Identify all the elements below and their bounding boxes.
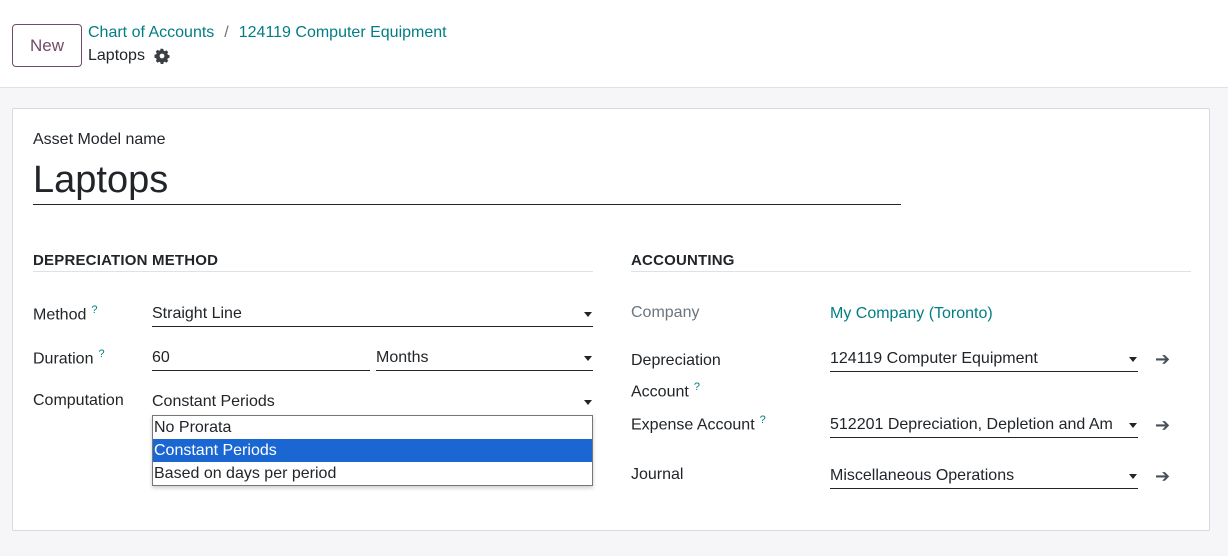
method-label: Method? [33,304,98,324]
method-help-tooltip[interactable]: ? [91,304,97,316]
computation-option-no-prorata[interactable]: No Prorata [153,416,592,439]
journal-label: Journal [631,466,684,483]
depreciation-account-select[interactable]: 124119 Computer Equipment [830,346,1138,372]
depreciation-account-label-line1: Depreciation [631,352,721,369]
breadcrumb-chart-of-accounts[interactable]: Chart of Accounts [88,24,214,42]
depreciation-account-open-arrow-icon[interactable]: ➔ [1155,349,1170,370]
computation-select[interactable]: Constant Periods [152,389,593,415]
page-title: Laptops [88,47,145,64]
computation-label: Computation [33,392,124,409]
new-button[interactable]: New [12,24,82,67]
breadcrumb-computer-equipment[interactable]: 124119 Computer Equipment [239,24,447,42]
chevron-down-icon [1129,474,1137,479]
gear-icon[interactable] [154,48,170,64]
journal-open-arrow-icon[interactable]: ➔ [1155,466,1170,487]
chevron-down-icon [584,312,592,317]
expense-account-label: Expense Account? [631,414,766,434]
depreciation-section-divider [33,271,593,272]
expense-account-help-tooltip[interactable]: ? [760,414,766,426]
duration-unit-select[interactable]: Months [376,345,593,371]
chevron-down-icon [1129,423,1137,428]
depreciation-account-value: 124119 Computer Equipment [830,350,1038,367]
chevron-down-icon [1129,357,1137,362]
duration-label-text: Duration [33,350,94,368]
form-sheet: Asset Model name Laptops DEPRECIATION ME… [12,108,1210,531]
computation-dropdown-list: No Prorata Constant Periods Based on day… [152,415,593,486]
chevron-down-icon [584,356,592,361]
company-link[interactable]: My Company (Toronto) [830,305,993,323]
expense-account-open-arrow-icon[interactable]: ➔ [1155,415,1170,436]
expense-account-value: 512201 Depreciation, Depletion and Am [830,416,1113,433]
depreciation-account-label-line2: Account [631,383,689,401]
computation-value: Constant Periods [152,393,275,410]
computation-option-constant-periods[interactable]: Constant Periods [153,439,592,462]
control-panel: New Chart of Accounts / 124119 Computer … [0,0,1228,88]
journal-value: Miscellaneous Operations [830,467,1015,484]
chevron-down-icon [584,400,592,405]
asset-model-name-input[interactable]: Laptops [33,155,901,205]
journal-select[interactable]: Miscellaneous Operations [830,463,1138,489]
accounting-section-divider [631,271,1191,272]
breadcrumb-separator: / [224,24,229,41]
method-select[interactable]: Straight Line [152,301,593,327]
duration-input[interactable]: 60 [152,345,370,371]
expense-account-select[interactable]: 512201 Depreciation, Depletion and Am [830,412,1138,438]
depreciation-section-title: DEPRECIATION METHOD [33,252,219,269]
duration-label: Duration? [33,348,105,368]
method-label-text: Method [33,306,87,324]
depreciation-account-help-tooltip[interactable]: ? [694,381,700,393]
accounting-section-title: ACCOUNTING [631,252,735,269]
depreciation-account-label: Depreciation Account? [631,348,721,405]
record-title-row: Laptops [88,47,170,65]
computation-option-based-on-days[interactable]: Based on days per period [153,462,592,485]
expense-account-label-text: Expense Account [631,416,755,434]
duration-unit-value: Months [376,349,429,366]
breadcrumb: Chart of Accounts / 124119 Computer Equi… [88,24,447,42]
method-value: Straight Line [152,305,242,322]
asset-model-name-label: Asset Model name [33,131,166,148]
company-label: Company [631,304,700,321]
duration-help-tooltip[interactable]: ? [98,348,104,360]
